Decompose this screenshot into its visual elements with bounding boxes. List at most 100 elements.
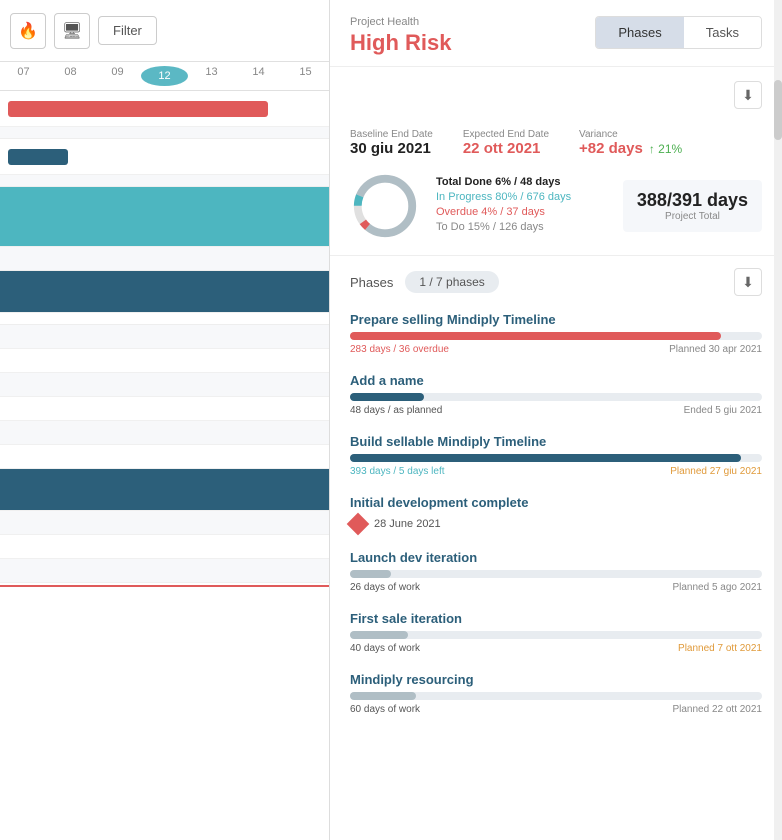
tick-12: 12 xyxy=(141,66,188,86)
panel-header: Project Health High Risk Phases Tasks xyxy=(330,0,782,67)
phase-name-7: Mindiply resourcing xyxy=(350,672,762,687)
tab-tasks[interactable]: Tasks xyxy=(684,17,761,48)
phase-meta-right-1: Planned 30 apr 2021 xyxy=(669,344,762,355)
phase-bar-fill-5 xyxy=(350,570,391,578)
tick-13: 13 xyxy=(188,66,235,86)
gantt-row-11 xyxy=(0,511,329,535)
project-total-box: 388/391 days Project Total xyxy=(623,180,762,232)
expected-end: Expected End Date 22 ott 2021 xyxy=(463,129,549,157)
legend-overdue: Overdue 4% / 37 days xyxy=(436,206,607,218)
phase-item-6: First sale iteration 40 days of work Pla… xyxy=(350,611,762,654)
gantt-row-spacer3 xyxy=(0,247,329,271)
gantt-row-9 xyxy=(0,421,329,445)
legend-todo: To Do 15% / 126 days xyxy=(436,221,607,233)
tick-15: 15 xyxy=(282,66,329,86)
phase-bar-track-7 xyxy=(350,692,762,700)
donut-svg xyxy=(350,171,420,241)
phase-meta-left-5: 26 days of work xyxy=(350,582,420,593)
phases-header: Phases 1 / 7 phases ⬇ xyxy=(350,268,762,296)
phase-bar-fill-7 xyxy=(350,692,416,700)
expected-end-label: Expected End Date xyxy=(463,129,549,140)
baseline-end: Baseline End Date 30 giu 2021 xyxy=(350,129,433,157)
phase-item-5: Launch dev iteration 26 days of work Pla… xyxy=(350,550,762,593)
right-panel: Project Health High Risk Phases Tasks ⬇ … xyxy=(330,0,782,840)
phase-name-2: Add a name xyxy=(350,373,762,388)
gantt-row-8 xyxy=(0,397,329,421)
risk-label: High Risk xyxy=(350,30,451,56)
gantt-row-spacer2 xyxy=(0,175,329,187)
tick-09: 09 xyxy=(94,66,141,86)
gantt-row-darkblue xyxy=(0,271,329,313)
export-button-phases[interactable]: ⬇ xyxy=(734,268,762,296)
milestone-row: 28 June 2021 xyxy=(350,516,762,532)
phase-bar-track-5 xyxy=(350,570,762,578)
baseline-end-val: 30 giu 2021 xyxy=(350,140,433,157)
phase-meta-left-6: 40 days of work xyxy=(350,643,420,654)
tick-07: 07 xyxy=(0,66,47,86)
gantt-rows xyxy=(0,91,329,840)
gantt-bar-red-1 xyxy=(8,101,268,117)
phase-meta-right-6: Planned 7 ott 2021 xyxy=(678,643,762,654)
phase-bar-track-1 xyxy=(350,332,762,340)
stats-dates-row: Baseline End Date 30 giu 2021 Expected E… xyxy=(350,129,762,157)
baseline-end-label: Baseline End Date xyxy=(350,129,433,140)
stats-section: ⬇ Baseline End Date 30 giu 2021 Expected… xyxy=(330,67,782,256)
gantt-panel: 🔥 🖥 Filter 07 08 09 12 13 14 15 xyxy=(0,0,330,840)
milestone-date: 28 June 2021 xyxy=(374,518,441,530)
phase-meta-right-7: Planned 22 ott 2021 xyxy=(672,704,762,715)
donut-legend: Total Done 6% / 48 days In Progress 80% … xyxy=(436,176,607,236)
filter-button[interactable]: Filter xyxy=(98,16,157,45)
phases-badge: 1 / 7 phases xyxy=(405,271,498,293)
gantt-row-spacer4 xyxy=(0,313,329,325)
phase-meta-2: 48 days / as planned Ended 5 giu 2021 xyxy=(350,405,762,416)
phase-item-2: Add a name 48 days / as planned Ended 5 … xyxy=(350,373,762,416)
gantt-row-7 xyxy=(0,373,329,397)
phase-item-3: Build sellable Mindiply Timeline 393 day… xyxy=(350,434,762,477)
variance: Variance +82 days ↑ 21% xyxy=(579,129,682,157)
phase-bar-fill-1 xyxy=(350,332,721,340)
donut-chart xyxy=(350,171,420,241)
project-health-label: Project Health xyxy=(350,16,451,28)
phase-meta-left-2: 48 days / as planned xyxy=(350,405,442,416)
scrollbar-thumb[interactable] xyxy=(774,80,782,140)
gantt-row-darkblue2 xyxy=(0,469,329,511)
export-button-top[interactable]: ⬇ xyxy=(734,81,762,109)
expected-end-val: 22 ott 2021 xyxy=(463,140,549,157)
gantt-row-10 xyxy=(0,445,329,469)
phase-meta-left-7: 60 days of work xyxy=(350,704,420,715)
variance-val: +82 days xyxy=(579,140,643,157)
legend-in-progress: In Progress 80% / 676 days xyxy=(436,191,607,203)
legend-total-done: Total Done 6% / 48 days xyxy=(436,176,607,188)
phase-meta-7: 60 days of work Planned 22 ott 2021 xyxy=(350,704,762,715)
monitor-button[interactable]: 🖥 xyxy=(54,13,90,49)
milestone-diamond xyxy=(347,513,370,536)
phase-bar-track-3 xyxy=(350,454,762,462)
phase-bar-fill-3 xyxy=(350,454,741,462)
tick-14: 14 xyxy=(235,66,282,86)
timeline-header: 07 08 09 12 13 14 15 xyxy=(0,62,329,91)
phase-name-5: Launch dev iteration xyxy=(350,550,762,565)
project-total-days: 388/391 days xyxy=(637,190,748,211)
gantt-bar-dark-2 xyxy=(8,149,68,165)
gantt-row-13 xyxy=(0,559,329,583)
phase-name-4: Initial development complete xyxy=(350,495,762,510)
scrollbar[interactable] xyxy=(774,0,782,840)
phases-section: Phases 1 / 7 phases ⬇ Prepare selling Mi… xyxy=(330,256,782,745)
phase-bar-track-6 xyxy=(350,631,762,639)
phase-name-6: First sale iteration xyxy=(350,611,762,626)
gantt-row-2 xyxy=(0,139,329,175)
project-health-info: Project Health High Risk xyxy=(350,16,451,56)
phase-meta-6: 40 days of work Planned 7 ott 2021 xyxy=(350,643,762,654)
gantt-row-6 xyxy=(0,349,329,373)
phase-meta-left-3: 393 days / 5 days left xyxy=(350,466,445,477)
gantt-row-spacer1 xyxy=(0,127,329,139)
phase-name-3: Build sellable Mindiply Timeline xyxy=(350,434,762,449)
tab-group: Phases Tasks xyxy=(595,16,762,49)
toolbar: 🔥 🖥 Filter xyxy=(0,0,329,62)
donut-row: Total Done 6% / 48 days In Progress 80% … xyxy=(350,171,762,241)
flame-button[interactable]: 🔥 xyxy=(10,13,46,49)
phase-name-1: Prepare selling Mindiply Timeline xyxy=(350,312,762,327)
variance-pct: ↑ 21% xyxy=(649,142,682,156)
gantt-row-1 xyxy=(0,91,329,127)
tab-phases[interactable]: Phases xyxy=(596,17,683,48)
